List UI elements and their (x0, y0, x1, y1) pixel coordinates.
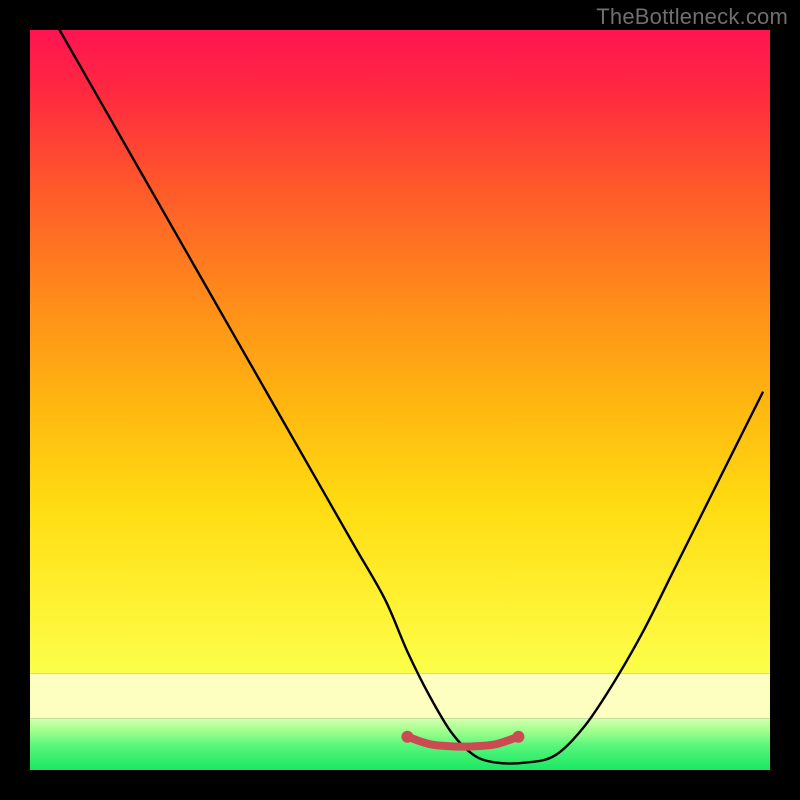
highlight-dot-right (512, 731, 524, 743)
bottleneck-chart (0, 0, 800, 800)
bg-band-warm (30, 30, 770, 674)
bg-band-green (30, 718, 770, 770)
watermark-text: TheBottleneck.com (596, 4, 788, 30)
chart-frame: TheBottleneck.com (0, 0, 800, 800)
highlight-dot-left (401, 731, 413, 743)
plot-area (30, 30, 770, 770)
bg-band-pale (30, 674, 770, 718)
